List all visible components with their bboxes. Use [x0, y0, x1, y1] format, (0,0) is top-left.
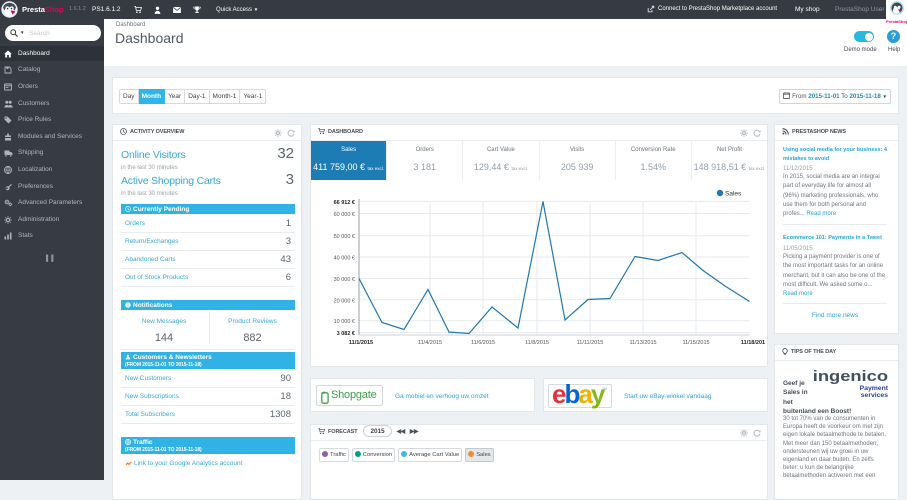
svg-text:11/6/2015: 11/6/2015 [471, 340, 495, 346]
svg-text:10 000 €: 10 000 € [334, 319, 355, 325]
svg-text:11/8/2015: 11/8/2015 [525, 340, 549, 346]
svg-text:11/15/2015: 11/15/2015 [682, 340, 709, 346]
svg-text:50 000 €: 50 000 € [334, 234, 355, 240]
svg-text:11/18/201: 11/18/201 [741, 340, 765, 346]
svg-text:3 082 €: 3 082 € [337, 331, 355, 337]
svg-text:Sales: Sales [725, 191, 742, 198]
svg-text:11/1/2015: 11/1/2015 [349, 340, 373, 346]
svg-text:11/11/2015: 11/11/2015 [577, 340, 604, 346]
svg-text:11/4/2015: 11/4/2015 [418, 340, 442, 346]
svg-text:30 000 €: 30 000 € [334, 277, 355, 283]
svg-text:66 912 €: 66 912 € [334, 200, 355, 206]
svg-text:20 000 €: 20 000 € [334, 298, 355, 304]
svg-text:40 000 €: 40 000 € [334, 256, 355, 262]
svg-text:11/13/2015: 11/13/2015 [629, 340, 656, 346]
svg-text:60 000 €: 60 000 € [334, 212, 355, 218]
